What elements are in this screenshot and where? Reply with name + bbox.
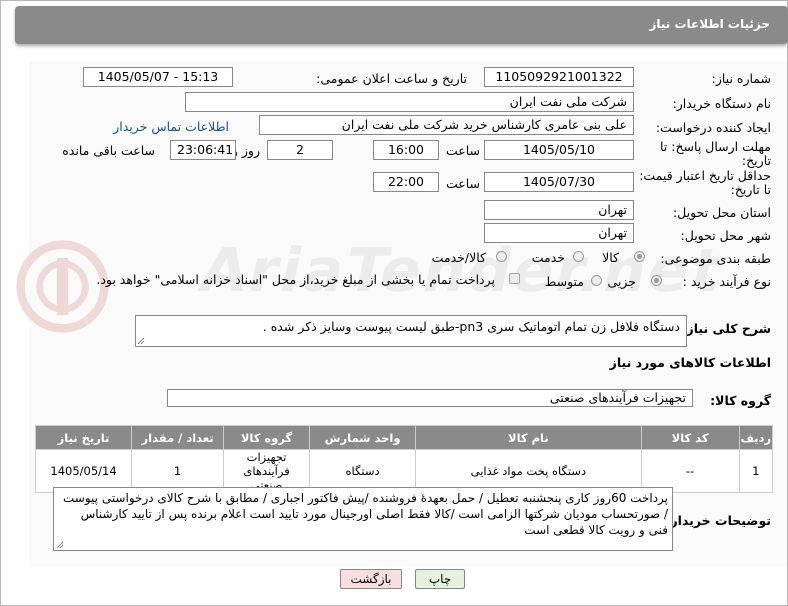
resize-grip-icon bbox=[137, 337, 145, 345]
general-desc-field: دستگاه فلافل زن تمام اتوماتیک سری pn3-طب… bbox=[135, 315, 687, 347]
process-option-medium: متوسط bbox=[544, 274, 584, 289]
days-label: روز و bbox=[231, 143, 260, 158]
buyer-notes-field: پرداخت 60روز کاری پنجشنبه تعطیل / حمل بع… bbox=[53, 487, 673, 551]
buyer-org-label: نام دستگاه خریدار: bbox=[672, 96, 771, 111]
payment-treasury-checkbox[interactable] bbox=[509, 273, 520, 284]
announce-datetime-field: 1405/05/07 - 15:13 bbox=[83, 67, 233, 87]
col-date: تاریخ نیاز bbox=[34, 425, 133, 450]
page-header: جزئیات اطلاعات نیاز bbox=[15, 6, 788, 44]
deadline-label-1: مهلت ارسال پاسخ: تا bbox=[660, 139, 771, 154]
category-radio-service[interactable] bbox=[573, 251, 584, 262]
deadline-time-label: ساعت bbox=[445, 143, 480, 158]
province-field: تهران bbox=[484, 200, 634, 220]
back-button[interactable]: بازگشت bbox=[340, 569, 402, 589]
deadline-label-2: تاریخ: bbox=[741, 153, 771, 168]
validity-label-1: حداقل تاریخ اعتبار قیمت: bbox=[639, 168, 771, 183]
validity-time-label: ساعت bbox=[445, 176, 480, 191]
cell-row: 1 bbox=[738, 449, 774, 493]
category-option-goods: کالا bbox=[602, 250, 619, 265]
province-label: استان محل تحویل: bbox=[672, 205, 771, 220]
category-label: طبقه بندی موضوعی: bbox=[660, 251, 771, 266]
deadline-time-field: 16:00 bbox=[373, 140, 439, 160]
validity-time-field: 22:00 bbox=[373, 172, 439, 192]
print-button[interactable]: چاپ bbox=[415, 569, 465, 589]
buyer-notes-label: توضیحات خریدار: bbox=[665, 513, 771, 528]
page-frame: جزئیات اطلاعات نیاز AriaTender.net شماره… bbox=[0, 0, 788, 606]
buyer-contact-link[interactable]: اطلاعات تماس خریدار bbox=[113, 119, 229, 134]
buyer-org-field: شرکت ملی نفت ایران bbox=[185, 92, 634, 112]
table-header-row: ردیف کد کالا نام کالا واحد شمارش گروه کا… bbox=[34, 425, 774, 450]
col-unit: واحد شمارش bbox=[308, 425, 417, 450]
page-title: جزئیات اطلاعات نیاز bbox=[649, 17, 770, 31]
announce-label: تاریخ و ساعت اعلان عمومی: bbox=[316, 71, 467, 86]
deadline-date-field: 1405/05/10 bbox=[484, 140, 634, 160]
goods-group-field: تجهیزات فرآیندهای صنعتی bbox=[167, 389, 693, 407]
goods-info-title: اطلاعات کالاهای مورد نیاز bbox=[609, 355, 771, 370]
col-name: نام کالا bbox=[415, 425, 642, 450]
remaining-label: ساعت باقی مانده bbox=[62, 143, 155, 158]
process-option-minor: جزیی bbox=[607, 274, 636, 289]
category-radio-goods-service[interactable] bbox=[496, 251, 507, 262]
goods-group-label: گروه کالا: bbox=[710, 393, 771, 408]
process-radio-minor[interactable] bbox=[651, 275, 662, 286]
need-number-field: 1105092921001322 bbox=[484, 67, 634, 87]
need-number-label: شماره نیاز: bbox=[711, 71, 771, 86]
city-field: تهران bbox=[484, 223, 634, 243]
requester-field: علی بنی عامری کارشناس خرید شرکت ملی نفت … bbox=[259, 115, 634, 135]
validity-label-2: تا تاریخ: bbox=[730, 182, 771, 197]
process-label: نوع فرآیند خرید : bbox=[682, 274, 771, 289]
notes-resize-grip-icon bbox=[56, 541, 64, 549]
days-remaining-field: 2 bbox=[267, 140, 333, 160]
category-option-goods-service: کالا/خدمت bbox=[431, 250, 486, 265]
requester-label: ایجاد کننده درخواست: bbox=[655, 120, 771, 135]
remaining-time-field: 23:06:41 bbox=[170, 140, 236, 160]
col-group: گروه کالا bbox=[223, 425, 310, 450]
payment-note: پرداخت تمام یا بخشی از مبلغ خرید،از محل … bbox=[96, 272, 495, 287]
col-qty: تعداد / مقدار bbox=[131, 425, 225, 450]
category-option-service: خدمت bbox=[531, 250, 565, 265]
city-label: شهر محل تحویل: bbox=[680, 228, 771, 243]
general-desc-label: شرح کلی نیاز: bbox=[681, 321, 771, 336]
col-row: ردیف bbox=[738, 425, 774, 450]
goods-table: ردیف کد کالا نام کالا واحد شمارش گروه کا… bbox=[34, 425, 774, 493]
col-code: کد کالا bbox=[640, 425, 740, 450]
category-radio-goods[interactable] bbox=[634, 251, 645, 262]
validity-date-field: 1405/07/30 bbox=[484, 172, 634, 192]
process-radio-medium[interactable] bbox=[591, 275, 602, 286]
